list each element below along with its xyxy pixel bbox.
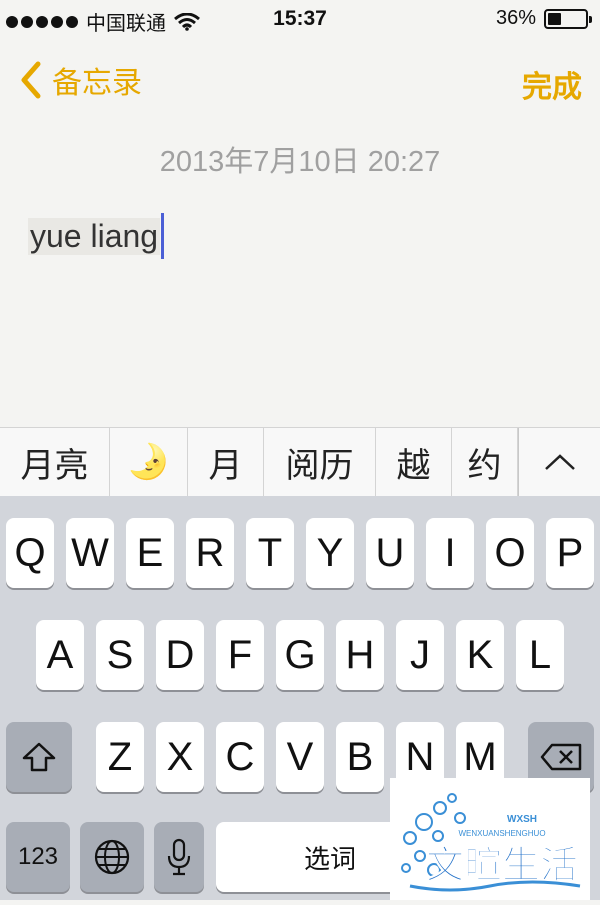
battery-fill xyxy=(548,12,561,25)
status-right: 36% xyxy=(495,7,592,30)
key-t[interactable]: T xyxy=(246,518,294,588)
back-button[interactable]: 备忘录 xyxy=(18,58,142,102)
candidate-2[interactable]: 🌛 xyxy=(110,428,188,496)
watermark-logo-art: WXSH WENXUANSHENGHUO 文暄生活 xyxy=(401,793,581,892)
key-g[interactable]: G xyxy=(276,620,324,690)
candidate-1[interactable]: 月亮 xyxy=(0,428,110,496)
key-e[interactable]: E xyxy=(126,518,174,588)
microphone-icon xyxy=(167,838,191,876)
key-l[interactable]: L xyxy=(516,620,564,690)
key-r[interactable]: R xyxy=(186,518,234,588)
key-d[interactable]: D xyxy=(156,620,204,690)
key-z[interactable]: Z xyxy=(96,722,144,792)
key-x[interactable]: X xyxy=(156,722,204,792)
key-a[interactable]: A xyxy=(36,620,84,690)
candidate-5[interactable]: 越 xyxy=(376,428,452,496)
candidate-6[interactable]: 约 xyxy=(452,428,518,496)
key-p[interactable]: P xyxy=(546,518,594,588)
chevron-up-icon xyxy=(544,454,575,470)
key-o[interactable]: O xyxy=(486,518,534,588)
nav-bar: 备忘录 完成 xyxy=(0,48,600,108)
status-bar: 中国联通 15:37 36% xyxy=(0,0,600,40)
battery-icon xyxy=(544,8,592,29)
back-label: 备忘录 xyxy=(52,67,142,100)
key-s[interactable]: S xyxy=(96,620,144,690)
svg-text:文暄生活: 文暄生活 xyxy=(426,843,578,887)
battery-percent: 36% xyxy=(495,7,536,29)
key-j[interactable]: J xyxy=(396,620,444,690)
note-body[interactable]: yue liang xyxy=(28,213,165,259)
candidate-bar: 月亮 🌛 月 阅历 越 约 xyxy=(0,427,600,497)
key-c[interactable]: C xyxy=(216,722,264,792)
numbers-key[interactable]: 123 xyxy=(6,822,70,892)
backspace-icon xyxy=(540,743,582,771)
marked-text: yue liang xyxy=(28,217,161,255)
svg-text:WENXUANSHENGHUO: WENXUANSHENGHUO xyxy=(458,829,545,838)
key-k[interactable]: K xyxy=(456,620,504,690)
key-i[interactable]: I xyxy=(426,518,474,588)
globe-icon xyxy=(94,839,130,875)
done-button[interactable]: 完成 xyxy=(522,62,582,106)
shift-icon xyxy=(22,742,56,772)
watermark-logo: WXSH WENXUANSHENGHUO 文暄生活 xyxy=(390,778,590,900)
key-h[interactable]: H xyxy=(336,620,384,690)
candidate-4[interactable]: 阅历 xyxy=(264,428,376,496)
text-cursor xyxy=(161,213,165,259)
svg-text:WXSH: WXSH xyxy=(507,814,537,825)
chevron-left-icon xyxy=(21,61,41,99)
shift-key[interactable] xyxy=(6,722,72,792)
expand-candidates-button[interactable] xyxy=(518,428,600,496)
key-b[interactable]: B xyxy=(336,722,384,792)
globe-key[interactable] xyxy=(80,822,144,892)
key-u[interactable]: U xyxy=(366,518,414,588)
key-w[interactable]: W xyxy=(66,518,114,588)
key-y[interactable]: Y xyxy=(306,518,354,588)
candidate-3[interactable]: 月 xyxy=(188,428,264,496)
key-f[interactable]: F xyxy=(216,620,264,690)
key-v[interactable]: V xyxy=(276,722,324,792)
note-date: 2013年7月10日 20:27 xyxy=(159,146,441,178)
key-q[interactable]: Q xyxy=(6,518,54,588)
dictation-key[interactable] xyxy=(154,822,204,892)
